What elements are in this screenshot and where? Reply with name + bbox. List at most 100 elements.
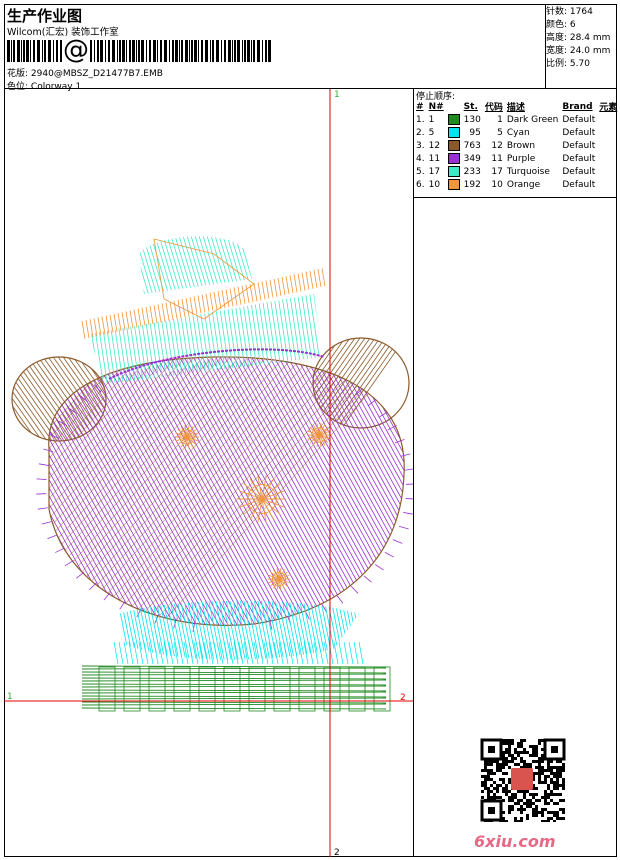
- row-needle: 10: [428, 179, 441, 190]
- qr-module: [547, 796, 550, 799]
- qr-module: [532, 793, 535, 796]
- qr-module: [532, 751, 535, 754]
- col-desc: 描述: [506, 103, 525, 113]
- barcode-bar: [228, 40, 231, 62]
- qr-module: [532, 802, 535, 805]
- barcode-bar: [247, 40, 250, 62]
- qr-module: [544, 781, 547, 784]
- base-plate: [81, 665, 391, 712]
- qr-module: [550, 793, 553, 796]
- qr-module: [529, 745, 532, 748]
- qr-module: [511, 757, 514, 760]
- color-table: # N# St. 代码 描述 Brand 元素 1. 1 130 1 Dark Gree…: [414, 100, 619, 191]
- barcode-bar: [11, 40, 12, 62]
- qr-finder-center: [488, 807, 495, 814]
- design-preview: 1 2 1 2: [4, 89, 413, 857]
- qr-module: [523, 808, 526, 811]
- qr-module: [529, 802, 532, 805]
- barcode-bar: [185, 40, 188, 62]
- qr-module: [499, 784, 502, 787]
- barcode-bar: [160, 40, 162, 62]
- qr-module: [487, 787, 490, 790]
- qr-module: [547, 793, 550, 796]
- axis-mark-top: 1: [334, 90, 340, 100]
- axis-mark-left: 1: [7, 692, 13, 702]
- qr-module: [487, 793, 490, 796]
- page-title: 生产作业图: [7, 7, 83, 25]
- qr-module: [523, 739, 526, 742]
- barcode-bar: [138, 40, 140, 62]
- row-element: [597, 139, 619, 152]
- qr-module: [484, 778, 487, 781]
- qr-module: [493, 796, 496, 799]
- barcode-bar: [129, 40, 131, 62]
- qr-module: [520, 751, 523, 754]
- qr-module: [550, 781, 553, 784]
- barcode-bar: [181, 40, 183, 62]
- qr-module: [523, 751, 526, 754]
- qr-module: [502, 781, 505, 784]
- stat-ratio-label: 比例:: [546, 59, 568, 69]
- qr-code: [480, 738, 566, 822]
- row-code: 11: [491, 153, 503, 164]
- qr-module: [544, 796, 547, 799]
- qr-module: [544, 790, 547, 793]
- qr-module: [505, 772, 508, 775]
- row-swatch: [446, 178, 462, 191]
- qr-module: [496, 784, 499, 787]
- qr-module: [544, 799, 547, 802]
- row-stitches: 192: [463, 179, 481, 190]
- stat-colors: 颜色: 6: [546, 19, 610, 32]
- col-stitches: St.: [463, 101, 478, 112]
- row-needle: 1: [428, 114, 435, 125]
- qr-module: [556, 817, 559, 820]
- qr-module: [547, 817, 550, 820]
- col-swatch: [446, 100, 462, 113]
- qr-module: [541, 796, 544, 799]
- qr-module: [541, 820, 544, 822]
- qr-module: [523, 793, 526, 796]
- header-info: 生产作业图 Wilcom(汇宏) 装饰工作室 @ 花版: 2940@MBSZ_D…: [4, 4, 546, 92]
- color-table-row: 3. 12 763 12 Brown Default: [414, 139, 619, 152]
- barcode-bar: [244, 40, 246, 62]
- qr-module: [511, 754, 514, 757]
- qr-module: [538, 739, 541, 742]
- qr-module: [490, 772, 493, 775]
- qr-module: [544, 775, 547, 778]
- barcode-bar: [119, 40, 121, 62]
- color-swatch: [447, 153, 460, 164]
- qr-module: [496, 766, 499, 769]
- color-swatch: [447, 166, 460, 177]
- qr-module: [514, 817, 517, 820]
- qr-module: [559, 817, 562, 820]
- row-brand: Default: [562, 127, 596, 138]
- qr-module: [517, 808, 520, 811]
- qr-module: [511, 808, 514, 811]
- qr-finder-center: [551, 746, 558, 753]
- qr-module: [547, 784, 550, 787]
- qr-module: [562, 781, 565, 784]
- qr-module: [562, 811, 565, 814]
- qr-module: [562, 769, 565, 772]
- qr-module: [505, 790, 508, 793]
- qr-module: [490, 778, 493, 781]
- barcode-bar: [179, 40, 180, 62]
- row-brand: Default: [562, 179, 596, 190]
- stat-width: 宽度: 24.0 mm: [546, 45, 610, 58]
- qr-module: [502, 790, 505, 793]
- barcode-bar: [198, 40, 199, 62]
- qr-module: [481, 784, 484, 787]
- qr-module: [514, 763, 517, 766]
- qr-module: [520, 799, 523, 802]
- row-desc: Brown: [506, 140, 536, 151]
- qr-module: [535, 745, 538, 748]
- qr-module: [538, 775, 541, 778]
- qr-module: [490, 763, 493, 766]
- qr-module: [523, 802, 526, 805]
- qr-module: [529, 763, 532, 766]
- qr-module: [553, 781, 556, 784]
- barcode-bar: [237, 40, 240, 62]
- barcode-bar: [201, 40, 203, 62]
- qr-module: [487, 763, 490, 766]
- qr-module: [532, 745, 535, 748]
